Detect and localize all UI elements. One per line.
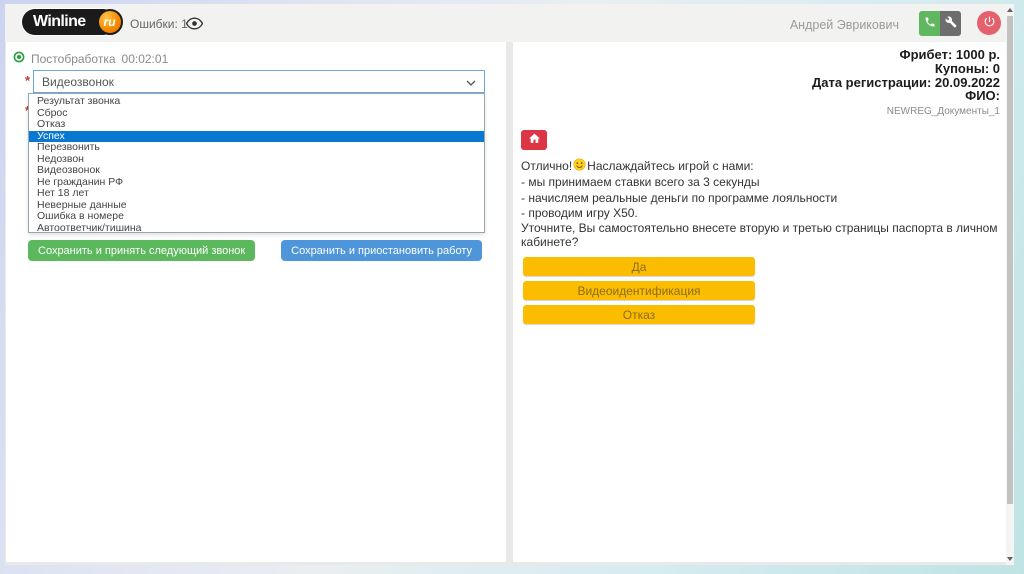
client-fio: ФИО:	[812, 89, 1000, 103]
greeting-prefix: Отлично!	[521, 159, 572, 174]
logo-ru-badge: ru	[97, 9, 123, 35]
save-and-pause-button[interactable]: Сохранить и приостановить работу	[281, 240, 482, 261]
wrench-icon	[945, 16, 957, 31]
power-icon	[983, 15, 996, 31]
dropdown-option[interactable]: Видеозвонок	[29, 165, 484, 177]
answer-video-id-button[interactable]: Видеоидентификация	[523, 281, 755, 300]
home-icon	[528, 132, 541, 148]
save-and-next-call-button[interactable]: Сохранить и принять следующий звонок	[28, 240, 255, 261]
answer-buttons: Да Видеоидентификация Отказ	[523, 257, 755, 324]
postprocessing-status: Постобработка 00:02:01	[13, 51, 168, 66]
winline-logo: Winline ru	[22, 9, 116, 35]
phone-button[interactable]	[919, 11, 940, 36]
record-status-icon	[13, 51, 25, 66]
dropdown-option[interactable]: Автоответчик/тишина	[29, 223, 484, 235]
answer-yes-button[interactable]: Да	[523, 257, 755, 276]
dropdown-option[interactable]: Результат звонка	[29, 96, 484, 108]
answer-refuse-button[interactable]: Отказ	[523, 305, 755, 324]
logo-pill: Winline ru	[22, 9, 116, 35]
eye-icon[interactable]	[186, 17, 203, 35]
script-question: Уточните, Вы самостоятельно внесете втор…	[521, 221, 1006, 249]
call-result-dropdown: Результат звонка Сброс Отказ Успех Перез…	[28, 93, 485, 233]
dropdown-option[interactable]: Сброс	[29, 108, 484, 120]
phone-icon	[924, 16, 936, 31]
client-freebet: Фрибет: 1000 р.	[812, 48, 1000, 62]
header-bar: Winline ru Ошибки: 1 Андрей Эврикович	[5, 4, 1014, 42]
script-text: Отлично! Наслаждайтесь игрой с нами: - м…	[521, 158, 837, 221]
required-marker: *	[25, 73, 30, 88]
chevron-down-icon	[466, 75, 476, 89]
script-bullet: - проводим игру X50.	[521, 206, 837, 221]
status-label: Постобработка	[31, 52, 116, 66]
select-value: Видеозвонок	[42, 75, 114, 89]
script-bullet: - мы принимаем ставки всего за 3 секунды	[521, 175, 837, 190]
logout-power-button[interactable]	[977, 11, 1001, 35]
scrollbar-thumb[interactable]	[1007, 16, 1013, 504]
smiley-emoji	[573, 158, 586, 175]
scrollbar-up-arrow[interactable]	[1007, 8, 1013, 12]
greeting-suffix: Наслаждайтесь игрой с нами:	[587, 159, 753, 174]
dropdown-option[interactable]: Перезвонить	[29, 142, 484, 154]
client-coupons: Купоны: 0	[812, 62, 1000, 76]
client-info: Фрибет: 1000 р. Купоны: 0 Дата регистрац…	[812, 48, 1000, 103]
dropdown-option[interactable]: Ошибка в номере	[29, 211, 484, 223]
dropdown-option[interactable]: Нет 18 лет	[29, 188, 484, 200]
settings-button[interactable]	[940, 11, 961, 36]
app-window: Winline ru Ошибки: 1 Андрей Эврикович По…	[5, 4, 1014, 565]
dropdown-option[interactable]: Отказ	[29, 119, 484, 131]
errors-counter: Ошибки: 1	[130, 17, 188, 31]
script-bullet: - начисляем реальные деньги по программе…	[521, 191, 837, 206]
logo-text: Winline	[33, 13, 86, 31]
status-timer: 00:02:01	[122, 52, 169, 66]
dropdown-option[interactable]: Не гражданин РФ	[29, 177, 484, 189]
script-doc-label: NEWREG_Документы_1	[887, 106, 1000, 117]
agent-name: Андрей Эврикович	[790, 18, 899, 32]
client-reg-date: Дата регистрации: 20.09.2022	[812, 76, 1000, 90]
client-script-panel: Фрибет: 1000 р. Купоны: 0 Дата регистрац…	[513, 42, 1006, 562]
scrollbar[interactable]	[1006, 4, 1014, 565]
call-result-panel: Постобработка 00:02:01 * * Видеозвонок Р…	[6, 42, 506, 562]
scrollbar-down-arrow[interactable]	[1007, 557, 1013, 561]
call-controls	[919, 11, 961, 36]
call-result-select[interactable]: Видеозвонок	[33, 70, 485, 93]
home-button[interactable]	[521, 130, 547, 150]
script-greeting: Отлично! Наслаждайтесь игрой с нами:	[521, 158, 837, 175]
